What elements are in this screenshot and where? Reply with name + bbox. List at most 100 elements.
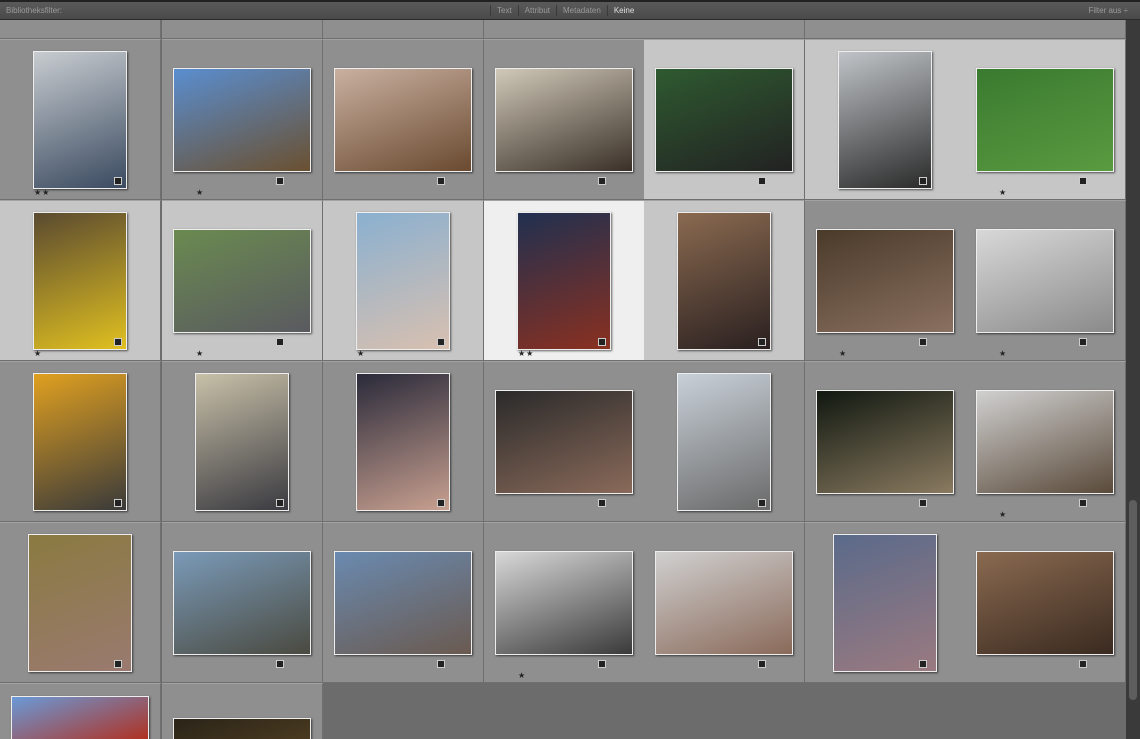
grid-cell[interactable] — [162, 522, 323, 683]
grid-cell[interactable] — [323, 361, 484, 522]
grid-cell[interactable]: ★★ — [484, 200, 645, 361]
photo-thumbnail[interactable] — [28, 533, 132, 672]
photo-thumbnail[interactable] — [33, 372, 127, 511]
photo-thumbnail[interactable] — [173, 550, 311, 655]
grid-cell[interactable] — [805, 39, 966, 200]
photo-thumbnail[interactable] — [976, 228, 1114, 333]
edit-badge-icon — [437, 499, 445, 507]
grid-cell[interactable] — [323, 39, 484, 200]
grid-cell[interactable]: ★ — [0, 200, 161, 361]
grid-cell[interactable]: ★ — [484, 522, 645, 683]
photo-thumbnail[interactable] — [495, 550, 633, 655]
scrollbar[interactable] — [1126, 20, 1140, 739]
photo-thumbnail[interactable] — [33, 211, 127, 350]
star-rating[interactable]: ★ — [357, 349, 365, 358]
star-rating[interactable]: ★★ — [518, 349, 534, 358]
edit-badge-icon — [758, 177, 766, 185]
grid-cell[interactable]: ★ — [965, 200, 1126, 361]
grid-cell[interactable] — [644, 200, 805, 361]
photo-thumbnail[interactable] — [816, 389, 954, 494]
photo-thumbnail[interactable] — [976, 550, 1114, 655]
star-rating[interactable]: ★ — [999, 188, 1007, 197]
edit-badge-icon — [437, 338, 445, 346]
grid-cell[interactable] — [0, 20, 161, 39]
photo-thumbnail[interactable] — [833, 533, 937, 672]
grid-cell[interactable] — [965, 20, 1126, 39]
photo-thumbnail[interactable] — [33, 50, 127, 189]
grid-cell[interactable] — [162, 683, 323, 739]
star-rating[interactable]: ★ — [518, 671, 526, 680]
grid-cell[interactable]: ★ — [162, 39, 323, 200]
edit-badge-icon — [114, 499, 122, 507]
photo-thumbnail[interactable] — [356, 372, 450, 511]
grid-cell[interactable] — [644, 522, 805, 683]
grid-cell[interactable] — [644, 20, 805, 39]
photo-thumbnail[interactable] — [495, 67, 633, 172]
grid-cell[interactable] — [484, 20, 645, 39]
photo-thumbnail[interactable] — [655, 67, 793, 172]
grid-cell[interactable] — [644, 39, 805, 200]
grid-cell[interactable] — [0, 683, 161, 739]
photo-thumbnail[interactable] — [677, 211, 771, 350]
photo-thumbnail[interactable] — [655, 550, 793, 655]
grid-cell[interactable] — [484, 361, 645, 522]
grid-cell[interactable] — [965, 522, 1126, 683]
star-rating[interactable]: ★ — [999, 510, 1007, 519]
edit-badge-icon — [598, 660, 606, 668]
photo-thumbnail[interactable] — [677, 372, 771, 511]
tab-attribute[interactable]: Attribut — [517, 5, 556, 16]
star-rating[interactable]: ★★ — [34, 188, 50, 197]
grid-cell[interactable]: ★ — [805, 200, 966, 361]
photo-thumbnail[interactable] — [334, 67, 472, 172]
photo-thumbnail[interactable] — [976, 67, 1114, 172]
star-rating[interactable]: ★ — [999, 349, 1007, 358]
edit-badge-icon — [919, 338, 927, 346]
empty-grid-area — [323, 683, 1126, 739]
grid-cell[interactable] — [0, 361, 161, 522]
photo-thumbnail[interactable] — [356, 211, 450, 350]
grid-cell[interactable] — [805, 361, 966, 522]
grid-cell[interactable] — [323, 20, 484, 39]
edit-badge-icon — [919, 660, 927, 668]
edit-badge-icon — [919, 177, 927, 185]
star-rating[interactable]: ★ — [196, 188, 204, 197]
edit-badge-icon — [758, 660, 766, 668]
star-rating[interactable]: ★ — [839, 349, 847, 358]
grid-cell[interactable]: ★★ — [0, 39, 161, 200]
tab-metadata[interactable]: Metadaten — [556, 5, 607, 16]
edit-badge-icon — [1079, 660, 1087, 668]
grid-cell[interactable] — [484, 39, 645, 200]
photo-thumbnail[interactable] — [173, 718, 311, 739]
scrollbar-thumb[interactable] — [1129, 500, 1137, 700]
photo-thumbnail[interactable] — [173, 228, 311, 333]
edit-badge-icon — [1079, 177, 1087, 185]
photo-thumbnail[interactable] — [173, 67, 311, 172]
grid-cell[interactable] — [0, 522, 161, 683]
edit-badge-icon — [758, 499, 766, 507]
grid-cell[interactable]: ★ — [965, 361, 1126, 522]
photo-thumbnail[interactable] — [195, 372, 289, 511]
grid-cell[interactable] — [805, 20, 966, 39]
grid-cell[interactable] — [162, 361, 323, 522]
grid-cell[interactable] — [644, 361, 805, 522]
photo-thumbnail[interactable] — [495, 389, 633, 494]
photo-thumbnail[interactable] — [976, 389, 1114, 494]
grid-cell[interactable]: ★ — [323, 200, 484, 361]
photo-thumbnail[interactable] — [334, 550, 472, 655]
grid-cell[interactable] — [162, 20, 323, 39]
photo-thumbnail[interactable] — [11, 696, 149, 739]
filter-preset-dropdown[interactable]: Filter aus ÷ — [1088, 6, 1128, 15]
grid-cell[interactable]: ★ — [162, 200, 323, 361]
photo-thumbnail[interactable] — [838, 50, 932, 189]
tab-none[interactable]: Keine — [606, 5, 640, 16]
grid-cell[interactable] — [323, 522, 484, 683]
photo-thumbnail[interactable] — [816, 228, 954, 333]
photo-thumbnail[interactable] — [517, 211, 611, 350]
edit-badge-icon — [437, 660, 445, 668]
tab-text[interactable]: Text — [490, 5, 518, 16]
star-rating[interactable]: ★ — [196, 349, 204, 358]
edit-badge-icon — [1079, 499, 1087, 507]
grid-cell[interactable]: ★ — [965, 39, 1126, 200]
star-rating[interactable]: ★ — [34, 349, 42, 358]
grid-cell[interactable] — [805, 522, 966, 683]
